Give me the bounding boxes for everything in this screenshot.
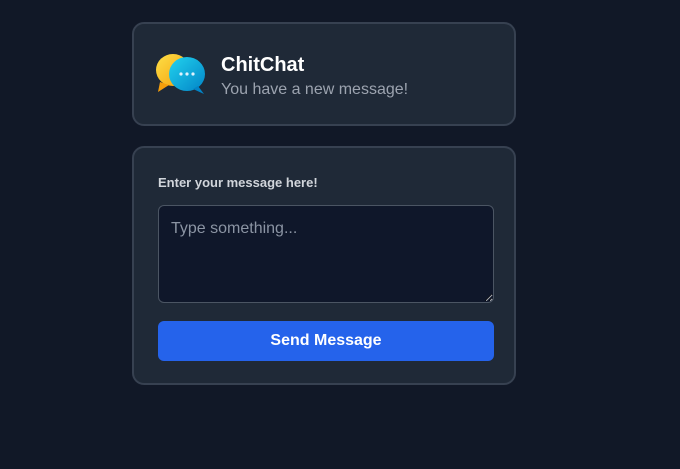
notification-card: ChitChat You have a new message! xyxy=(132,22,516,126)
message-form-card: Enter your message here! Send Message xyxy=(132,146,516,385)
message-label: Enter your message here! xyxy=(158,175,318,190)
chat-bubbles-icon xyxy=(156,54,205,94)
message-textarea[interactable] xyxy=(158,205,494,303)
app-name: ChitChat xyxy=(221,54,305,76)
notification-message: You have a new message! xyxy=(221,81,409,98)
send-message-button[interactable]: Send Message xyxy=(158,321,494,361)
